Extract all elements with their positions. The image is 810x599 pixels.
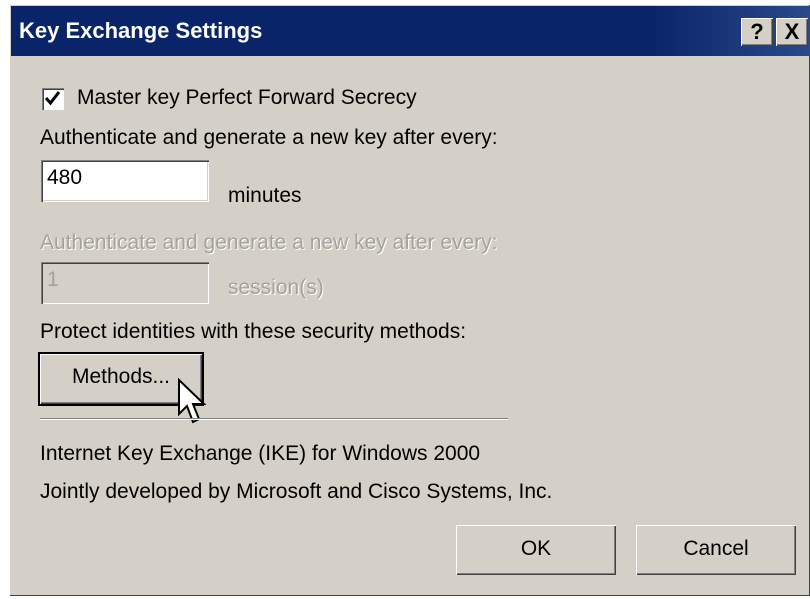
check-icon — [44, 91, 61, 106]
methods-label: Protect identities with these security m… — [40, 320, 467, 343]
minutes-input[interactable]: 480 — [41, 160, 209, 202]
separator — [40, 418, 508, 420]
ike-info-line2: Jointly developed by Microsoft and Cisco… — [40, 480, 553, 503]
minutes-label: Authenticate and generate a new key afte… — [40, 126, 498, 149]
pfs-label[interactable]: Master key Perfect Forward Secrecy — [77, 86, 417, 110]
key-exchange-settings-dialog: Key Exchange Settings ? X Master key Per… — [9, 4, 810, 596]
sessions-input[interactable]: 1 — [41, 262, 209, 304]
ike-info-line1: Internet Key Exchange (IKE) for Windows … — [40, 442, 481, 465]
minutes-unit-label: minutes — [228, 184, 302, 207]
help-button[interactable]: ? — [741, 18, 773, 46]
title-bar[interactable]: Key Exchange Settings ? X — [11, 6, 810, 56]
sessions-unit-label: session(s) — [228, 276, 324, 299]
mouse-pointer-icon — [178, 378, 207, 424]
dialog-title: Key Exchange Settings — [19, 18, 263, 43]
close-button[interactable]: X — [776, 18, 808, 46]
ok-button[interactable]: OK — [456, 525, 616, 575]
pfs-checkbox[interactable] — [42, 88, 64, 110]
sessions-label: Authenticate and generate a new key afte… — [40, 231, 498, 254]
cancel-button[interactable]: Cancel — [636, 525, 796, 575]
